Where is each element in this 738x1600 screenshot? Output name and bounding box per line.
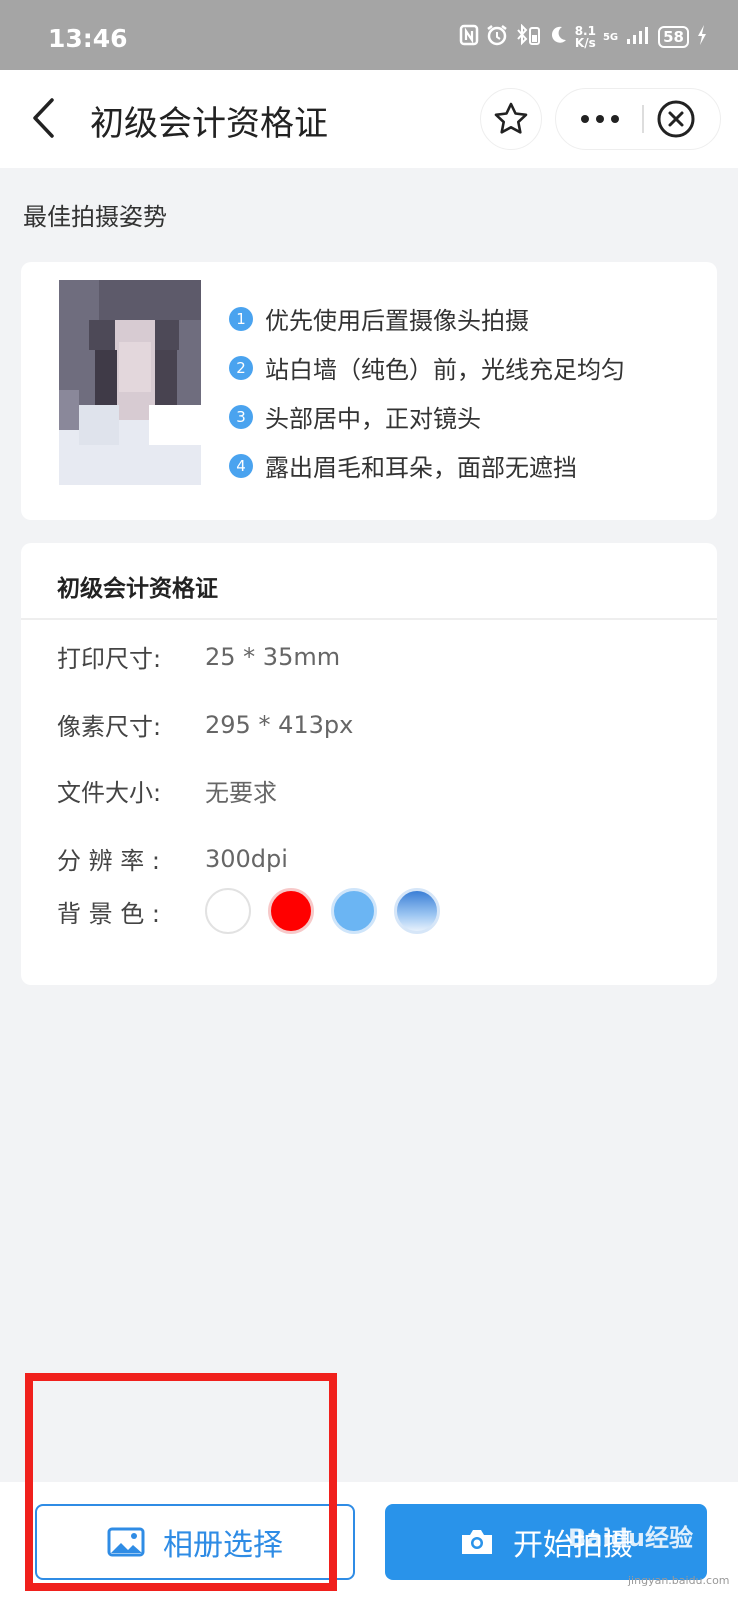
tip-number-badge: 3 <box>229 404 253 429</box>
pose-section-title: 最佳拍摄姿势 <box>23 203 167 231</box>
tip-text: 头部居中，正对镜头 <box>265 405 481 433</box>
mini-program-capsule <box>555 88 721 150</box>
spec-row-file-size: 文件大小: 无要求 <box>57 773 277 808</box>
status-bar: 13:46 8.1 K/s 5G 58 <box>0 0 738 70</box>
star-icon <box>494 102 528 134</box>
pose-tips-card: 1 优先使用后置摄像头拍摄 2 站白墙（纯色）前，光线充足均匀 3 头部居中，正… <box>21 262 717 520</box>
watermark-url: jingyan.baidu.com <box>628 1574 730 1587</box>
back-button[interactable] <box>26 94 66 142</box>
tip-item: 3 头部居中，正对镜头 <box>229 392 625 441</box>
bg-color-blue-option[interactable] <box>331 888 377 934</box>
sample-photo <box>59 280 201 485</box>
highlight-annotation-box <box>25 1373 337 1591</box>
battery-indicator: 58 <box>658 26 689 48</box>
charging-icon <box>696 24 708 51</box>
status-time: 13:46 <box>48 24 128 53</box>
spec-label: 文件大小: <box>57 779 162 807</box>
status-icons: 8.1 K/s 5G 58 <box>459 22 708 52</box>
favorite-button[interactable] <box>480 88 542 150</box>
tip-item: 1 优先使用后置摄像头拍摄 <box>229 294 625 343</box>
moon-icon <box>548 25 568 50</box>
page-title: 初级会计资格证 <box>90 104 328 144</box>
bg-color-white-option[interactable] <box>205 888 251 934</box>
camera-icon <box>459 1527 495 1557</box>
spec-row-background-color: 背 景 色 : <box>57 888 457 934</box>
spec-value: 295 * 413px <box>205 710 354 739</box>
tip-text: 露出眉毛和耳朵，面部无遮挡 <box>265 454 577 482</box>
watermark-logo: Baidu经验 <box>568 1524 693 1552</box>
spec-card: 初级会计资格证 打印尺寸: 25 * 35mm 像素尺寸: 295 * 413p… <box>21 543 717 985</box>
nav-bar: 初级会计资格证 <box>0 70 738 168</box>
tip-item: 4 露出眉毛和耳朵，面部无遮挡 <box>229 441 625 490</box>
divider <box>21 618 717 620</box>
tip-item: 2 站白墙（纯色）前，光线充足均匀 <box>229 343 625 392</box>
bg-color-red-option[interactable] <box>268 888 314 934</box>
net-speed: 8.1 K/s <box>574 24 596 50</box>
spec-label: 背 景 色 : <box>57 899 160 928</box>
spec-card-title: 初级会计资格证 <box>57 576 218 602</box>
spec-value: 300dpi <box>205 844 288 873</box>
spec-value: 无要求 <box>205 779 277 807</box>
tip-number-badge: 1 <box>229 306 253 331</box>
spec-row-print-size: 打印尺寸: 25 * 35mm <box>57 639 340 674</box>
tip-number-badge: 4 <box>229 453 253 478</box>
more-button[interactable] <box>556 89 644 149</box>
spec-label: 分 辨 率 : <box>57 847 160 875</box>
signal-type: 5G <box>602 31 619 43</box>
signal-icon <box>625 24 651 51</box>
close-button[interactable] <box>656 99 696 139</box>
tip-number-badge: 2 <box>229 355 253 380</box>
spec-row-resolution: 分 辨 率 : 300dpi <box>57 841 288 876</box>
back-arrow-icon <box>33 98 54 138</box>
tip-text: 优先使用后置摄像头拍摄 <box>265 307 529 335</box>
tips-list: 1 优先使用后置摄像头拍摄 2 站白墙（纯色）前，光线充足均匀 3 头部居中，正… <box>229 294 625 490</box>
spec-value: 25 * 35mm <box>205 642 341 671</box>
more-dots-icon <box>581 115 619 123</box>
spec-label: 打印尺寸: <box>57 645 162 673</box>
nfc-icon <box>459 24 479 51</box>
spec-row-pixel-size: 像素尺寸: 295 * 413px <box>57 707 353 742</box>
tip-text: 站白墙（纯色）前，光线充足均匀 <box>265 356 625 384</box>
bg-color-gradient-option[interactable] <box>394 888 440 934</box>
alarm-icon <box>486 24 508 51</box>
spec-label: 像素尺寸: <box>57 713 162 741</box>
close-circle-icon <box>657 100 695 138</box>
bluetooth-battery-icon <box>515 23 541 51</box>
capsule-divider <box>642 105 644 133</box>
